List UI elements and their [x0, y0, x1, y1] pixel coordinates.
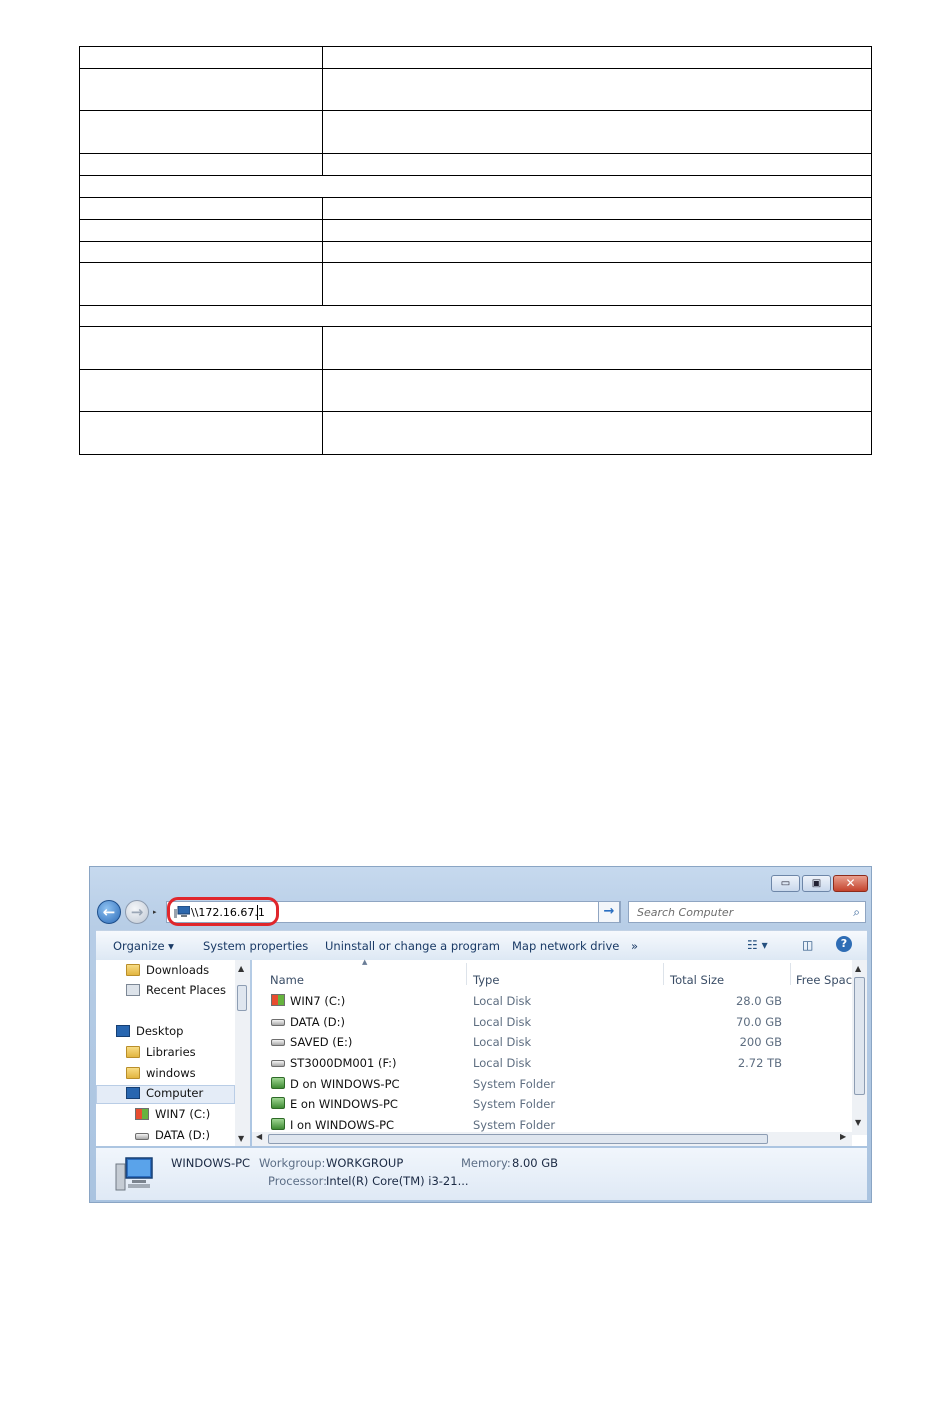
table-row[interactable]: I on WINDOWS-PC System Folder: [90, 867, 871, 1132]
row-name: I on WINDOWS-PC: [290, 1118, 395, 1132]
scrollbar-thumb[interactable]: [854, 977, 865, 1095]
scroll-down-icon[interactable]: ▼: [855, 1118, 861, 1127]
table-rule: [80, 153, 871, 154]
scrollbar-thumb[interactable]: [268, 1134, 768, 1144]
scroll-right-icon[interactable]: ▶: [840, 1132, 846, 1141]
table-rule: [80, 241, 871, 242]
explorer-window: ▭ ▣ ✕ ← → ▸ \\172.16.67.1 ▼ → Search Com…: [89, 866, 872, 1203]
drive-icon: [135, 1133, 149, 1140]
computer-icon: [114, 1156, 154, 1192]
table-rule: [80, 305, 871, 306]
table-column-rule: [322, 47, 323, 175]
content-vertical-scrollbar[interactable]: ▲ ▼: [852, 960, 867, 1135]
table-rule: [80, 369, 871, 370]
content-horizontal-scrollbar[interactable]: ◀ ▶: [252, 1132, 852, 1146]
workgroup-value: WORKGROUP: [326, 1156, 404, 1170]
table-rule: [80, 411, 871, 412]
memory-label: Memory:: [461, 1156, 511, 1170]
memory-value: 8.00 GB: [512, 1156, 559, 1170]
scroll-up-icon[interactable]: ▲: [855, 964, 861, 973]
network-drive-icon: [271, 1118, 285, 1130]
table-rule: [80, 197, 871, 198]
table-column-rule: [322, 197, 323, 305]
scroll-left-icon[interactable]: ◀: [256, 1132, 262, 1141]
table-rule: [80, 219, 871, 220]
scroll-down-icon[interactable]: ▼: [238, 1134, 244, 1143]
workgroup-label: Workgroup:: [259, 1156, 326, 1170]
table-column-rule: [322, 326, 323, 455]
computer-name: WINDOWS-PC: [171, 1156, 251, 1170]
empty-table: [79, 46, 872, 455]
table-rule: [80, 262, 871, 263]
table-rule: [80, 326, 871, 327]
table-rule: [80, 110, 871, 111]
table-rule: [80, 175, 871, 176]
row-type: System Folder: [473, 1118, 556, 1132]
table-rule: [80, 68, 871, 69]
processor-value: Intel(R) Core(TM) i3-21...: [326, 1174, 469, 1188]
details-pane: WINDOWS-PC Workgroup: WORKGROUP Memory: …: [96, 1148, 867, 1200]
processor-label: Processor:: [268, 1174, 328, 1188]
